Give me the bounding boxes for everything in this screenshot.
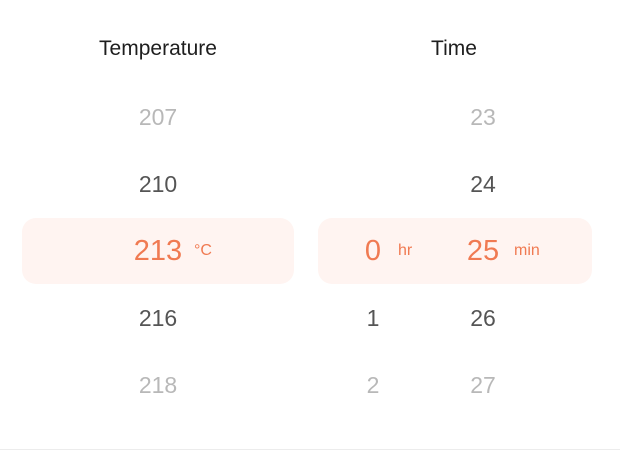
time-title: Time: [431, 37, 477, 60]
minutes-unit-label: min: [514, 242, 540, 259]
temperature-title: Temperature: [99, 37, 217, 60]
minutes-option[interactable]: 24: [428, 151, 538, 218]
hours-unit-label: hr: [398, 242, 413, 259]
temperature-unit-label: °C: [194, 242, 212, 259]
temperature-option[interactable]: 207: [103, 84, 213, 151]
temperature-option[interactable]: 216: [103, 285, 213, 352]
minutes-option[interactable]: 23: [428, 84, 538, 151]
minutes-option[interactable]: 26: [428, 285, 538, 352]
hours-option: [318, 84, 428, 151]
temperature-option[interactable]: 218: [103, 352, 213, 419]
hours-option[interactable]: 2: [318, 352, 428, 419]
minutes-option[interactable]: 27: [428, 352, 538, 419]
temperature-option[interactable]: 210: [103, 151, 213, 218]
hours-option[interactable]: 1: [318, 285, 428, 352]
hours-option: [318, 151, 428, 218]
cook-settings-picker: Temperature Time 207 210 213 216 218 °C …: [0, 0, 620, 450]
